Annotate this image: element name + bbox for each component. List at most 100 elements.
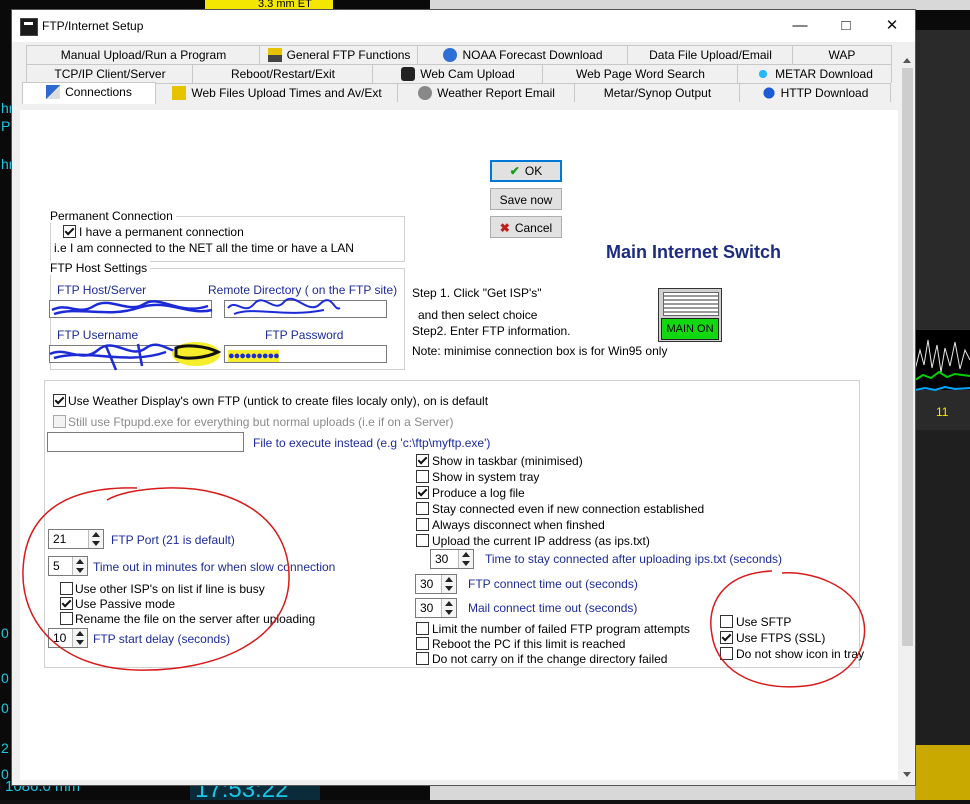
ok-check-icon: ✔ (509, 164, 520, 178)
report-icon (418, 86, 433, 100)
mail-timeout-value: 30 (420, 601, 434, 615)
permanent-info: i.e I am connected to the NET all the ti… (54, 241, 354, 255)
maximize-button[interactable]: □ (823, 10, 869, 42)
tab-label: Reboot/Restart/Exit (230, 67, 336, 81)
tab-web-page-search[interactable]: Web Page Word Search (542, 64, 738, 83)
tab-weather-report-email[interactable]: Weather Report Email (397, 83, 575, 102)
show-tray-checkbox[interactable] (416, 470, 429, 483)
tab-label: Manual Upload/Run a Program (60, 48, 227, 62)
tab-web-cam[interactable]: Web Cam Upload (372, 64, 543, 83)
bg-left-frag-6: 0 (1, 700, 9, 716)
bg-right-chart (915, 339, 970, 392)
ip-stay-spinner[interactable]: 30 (430, 549, 474, 569)
close-button[interactable]: ✕ (869, 10, 915, 42)
tab-general-ftp[interactable]: General FTP Functions (259, 45, 418, 64)
tab-label: HTTP Download (780, 86, 869, 100)
password-mask: ●●●●●●●●● (228, 350, 280, 362)
use-own-ftp-label: Use Weather Display's own FTP (untick to… (68, 394, 489, 408)
bg-left-frag-7: 2 (1, 740, 9, 756)
ftp-password-input[interactable]: ●●●●●●●●● (224, 345, 387, 363)
show-taskbar-checkbox[interactable] (416, 454, 429, 467)
window-title: FTP/Internet Setup (42, 19, 144, 33)
save-label: Save now (499, 193, 553, 207)
tab-metar-download[interactable]: METAR Download (737, 64, 892, 83)
redaction-scribble-host (51, 300, 213, 316)
spin-arrows-icon[interactable] (441, 599, 456, 617)
tab-metar-synop[interactable]: Metar/Synop Output (574, 83, 740, 102)
ok-button[interactable]: ✔ OK (490, 160, 562, 182)
limit-attempts-checkbox[interactable] (416, 622, 429, 635)
tab-manual-upload[interactable]: Manual Upload/Run a Program (26, 45, 260, 64)
scrollbar[interactable] (900, 54, 915, 784)
ftp-connect-timeout-spinner[interactable]: 30 (415, 574, 457, 594)
log-file-checkbox[interactable] (416, 486, 429, 499)
tab-tcpip[interactable]: TCP/IP Client/Server (26, 64, 193, 83)
minimize-button[interactable]: — (777, 10, 823, 42)
mail-timeout-label: Mail connect time out (seconds) (468, 601, 638, 615)
bg-left-frag-2: P (1, 118, 11, 134)
tab-label: General FTP Functions (286, 48, 411, 62)
step2-text: Step2. Enter FTP information. (412, 324, 571, 338)
tab-http-download[interactable]: HTTP Download (739, 83, 891, 102)
reboot-pc-label: Reboot the PC if this limit is reached (432, 637, 626, 651)
tab-connections[interactable]: Connections (22, 82, 156, 104)
tab-label: NOAA Forecast Download (462, 48, 603, 62)
use-own-ftp-checkbox[interactable] (53, 394, 66, 407)
tab-wap[interactable]: WAP (792, 45, 892, 64)
bg-right-yellow (915, 745, 970, 800)
warning-icon (172, 86, 187, 100)
cancel-button[interactable]: ✖ Cancel (490, 216, 562, 238)
note-text: Note: minimise connection box is for Win… (412, 344, 668, 358)
reboot-pc-checkbox[interactable] (416, 637, 429, 650)
redaction-scribble-username (49, 342, 222, 371)
mail-timeout-spinner[interactable]: 30 (415, 598, 457, 618)
tab-label: TCP/IP Client/Server (54, 67, 166, 81)
bg-right-value: 11 (936, 405, 949, 419)
limit-attempts-label: Limit the number of failed FTP program a… (432, 622, 690, 636)
scroll-up-arrow-icon[interactable] (903, 58, 911, 63)
upload-ip-checkbox[interactable] (416, 534, 429, 547)
tab-label: WAP (828, 48, 856, 62)
ftp-connect-timeout-label: FTP connect time out (seconds) (468, 577, 638, 591)
ftp-host-label: FTP Host/Server (57, 283, 147, 297)
camera-icon (401, 67, 416, 81)
tab-label: Weather Report Email (437, 86, 555, 100)
redaction-scribble-remote (227, 297, 341, 315)
tab-label: Web Cam Upload (420, 67, 515, 81)
still-use-ftpupd-checkbox[interactable] (53, 415, 66, 428)
tab-noaa-forecast[interactable]: NOAA Forecast Download (417, 45, 628, 64)
tab-label: Web Files Upload Times and Av/Ext (191, 86, 382, 100)
ip-stay-label: Time to stay connected after uploading i… (485, 552, 783, 566)
cancel-x-icon: ✖ (499, 221, 510, 235)
tab-label: Data File Upload/Email (649, 48, 772, 62)
permanent-connection-checkbox[interactable] (63, 225, 76, 238)
permanent-connection-label: I have a permanent connection (79, 225, 244, 239)
always-disconnect-checkbox[interactable] (416, 518, 429, 531)
tab-web-files-upload[interactable]: Web Files Upload Times and Av/Ext (155, 83, 398, 102)
log-file-label: Produce a log file (432, 486, 525, 500)
ftp-password-label: FTP Password (265, 328, 344, 342)
tab-reboot[interactable]: Reboot/Restart/Exit (192, 64, 373, 83)
file-execute-input[interactable] (47, 432, 244, 452)
stay-connected-checkbox[interactable] (416, 502, 429, 515)
save-now-button[interactable]: Save now (490, 188, 562, 210)
ftp-host-legend: FTP Host Settings (50, 261, 151, 275)
ok-label: OK (524, 164, 543, 178)
step1b-text: and then select choice (418, 308, 538, 322)
spin-arrows-icon[interactable] (458, 550, 473, 568)
still-use-ftpupd-label: Still use Ftpupd.exe for everything but … (68, 415, 454, 429)
main-switch[interactable]: MAIN ON (658, 288, 722, 342)
tab-label: Web Page Word Search (576, 67, 705, 81)
title-bar[interactable]: FTP/Internet Setup — □ ✕ (12, 10, 915, 42)
upload-ip-label: Upload the current IP address (as ips.tx… (432, 534, 650, 548)
bg-left-frag-5: 0 (1, 670, 9, 686)
show-tray-label: Show in system tray (432, 470, 540, 484)
bg-top-strip (430, 0, 970, 10)
tab-data-file-upload[interactable]: Data File Upload/Email (627, 45, 793, 64)
change-dir-checkbox[interactable] (416, 652, 429, 665)
app-icon (20, 18, 38, 36)
spin-arrows-icon[interactable] (441, 575, 456, 593)
switch-grille-icon (663, 292, 719, 316)
scroll-down-arrow-icon[interactable] (903, 772, 911, 777)
scroll-thumb[interactable] (902, 68, 913, 646)
